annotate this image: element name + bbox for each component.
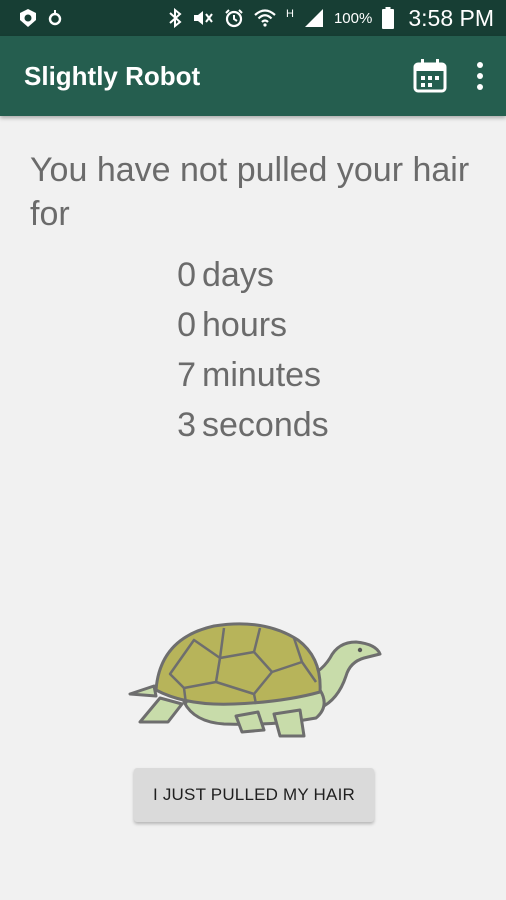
calendar-icon[interactable] xyxy=(412,58,448,94)
elapsed-counter: 0 days 0 hours 7 minutes 3 seconds xyxy=(162,250,329,450)
bluetooth-icon xyxy=(169,8,182,28)
location-icon xyxy=(48,10,62,26)
days-value: 0 xyxy=(177,255,196,294)
pulled-hair-button[interactable]: I JUST PULLED MY HAIR xyxy=(134,768,374,822)
minutes-value: 7 xyxy=(177,355,196,394)
overflow-menu-icon[interactable] xyxy=(474,62,486,90)
status-bar: H 100% 3:58 PM xyxy=(0,0,506,36)
counter-row-minutes: 7 minutes xyxy=(162,350,329,400)
alarm-icon xyxy=(225,9,243,28)
counter-row-seconds: 3 seconds xyxy=(162,400,329,450)
mute-icon xyxy=(194,11,213,25)
counter-row-days: 0 days xyxy=(162,250,329,300)
turtle-illustration xyxy=(128,622,382,738)
network-type-label: H xyxy=(286,7,294,20)
hours-value: 0 xyxy=(177,305,196,344)
minutes-unit: minutes xyxy=(202,355,322,394)
notification-icon xyxy=(20,9,36,27)
seconds-unit: seconds xyxy=(202,405,329,444)
overflow-dot xyxy=(477,62,483,68)
battery-percent: 100% xyxy=(333,9,373,27)
seconds-value: 3 xyxy=(177,405,196,444)
battery-icon xyxy=(382,7,395,29)
app-title: Slightly Robot xyxy=(24,60,201,91)
counter-row-hours: 0 hours xyxy=(162,300,329,350)
overflow-dot xyxy=(477,73,483,79)
days-unit: days xyxy=(202,255,274,294)
status-bar-right: H 100% 3:58 PM xyxy=(168,5,494,32)
streak-message: You have not pulled your hair for xyxy=(30,151,470,233)
app-bar: Slightly Robot xyxy=(0,36,506,116)
signal-icon xyxy=(304,9,323,27)
hours-unit: hours xyxy=(202,305,288,344)
app-bar-actions xyxy=(412,58,486,94)
status-time: 3:58 PM xyxy=(408,4,494,31)
status-bar-left xyxy=(18,8,62,28)
wifi-icon xyxy=(254,9,276,27)
overflow-dot xyxy=(477,84,483,90)
